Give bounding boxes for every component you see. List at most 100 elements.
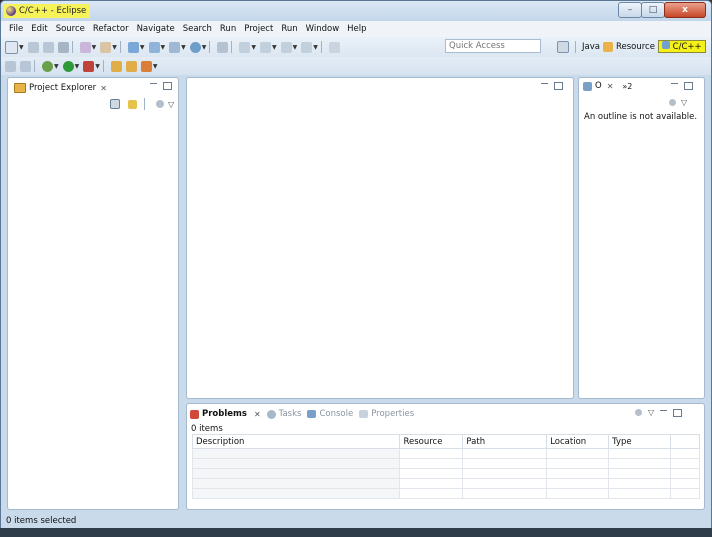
toggle-mark-icon[interactable] — [217, 41, 229, 53]
tab-properties-label: Properties — [371, 409, 415, 419]
tasks-icon — [266, 409, 276, 419]
prev-annotation-dropdown-icon[interactable]: ▼ — [272, 44, 277, 51]
cpp-perspective-icon — [661, 41, 670, 49]
outline-view-menu-icon[interactable]: ▽ — [681, 98, 687, 107]
outline-maximize-icon[interactable] — [684, 81, 693, 90]
new-class-dropdown-icon[interactable]: ▼ — [181, 44, 186, 51]
menu-edit[interactable]: Edit — [27, 24, 51, 34]
new-class-icon[interactable] — [169, 41, 181, 53]
debug-dropdown-icon[interactable]: ▼ — [54, 63, 59, 70]
outline-close-icon[interactable]: ✕ — [607, 82, 614, 91]
debug-icon[interactable] — [42, 60, 53, 72]
menu-source[interactable]: Source — [52, 24, 89, 34]
problems-filter-icon[interactable] — [635, 409, 642, 416]
back-icon[interactable] — [280, 41, 292, 53]
link-with-editor-icon[interactable] — [128, 99, 137, 109]
build-config-icon[interactable] — [100, 41, 112, 53]
tab-problems[interactable]: Problems ✕ — [190, 409, 261, 419]
outline-minimize-icon[interactable] — [671, 83, 678, 84]
outline-tab[interactable]: O ✕ »2 — [583, 81, 632, 91]
new-folder-icon[interactable] — [148, 41, 160, 53]
column-path[interactable]: Path — [462, 434, 548, 449]
maximize-button[interactable]: □ — [641, 2, 665, 18]
problems-maximize-icon[interactable] — [673, 408, 683, 417]
next-annotation-dropdown-icon[interactable]: ▼ — [251, 44, 256, 51]
toolbar-separator — [71, 41, 73, 53]
run-icon[interactable] — [62, 60, 74, 72]
outline-filter-icon[interactable] — [669, 99, 676, 106]
new-cpp-project-icon[interactable] — [127, 41, 139, 53]
save-icon[interactable] — [27, 41, 39, 53]
problems-minimize-icon[interactable] — [660, 410, 668, 411]
prev-annotation-icon[interactable] — [260, 41, 271, 53]
save-all-icon[interactable] — [42, 41, 54, 53]
menu-search[interactable]: Search — [179, 24, 216, 34]
menu-file[interactable]: File — [5, 24, 27, 34]
perspective-resource[interactable]: Resource — [616, 42, 655, 52]
open-element-icon[interactable] — [125, 60, 137, 72]
column-type[interactable]: Type — [608, 434, 672, 449]
close-tab-icon[interactable]: ✕ — [100, 84, 107, 93]
menu-run-2[interactable]: Run — [277, 24, 301, 34]
collapse-all-icon[interactable] — [110, 99, 120, 109]
new-folder-dropdown-icon[interactable]: ▼ — [161, 44, 166, 51]
maximize-view-icon[interactable] — [163, 81, 172, 90]
build-icon[interactable] — [79, 41, 91, 53]
new-project-dropdown-icon[interactable]: ▼ — [140, 44, 145, 51]
column-location[interactable]: Location — [546, 434, 610, 449]
next-annotation-icon[interactable] — [239, 41, 251, 53]
search-dropdown-icon[interactable]: ▼ — [153, 63, 158, 70]
problems-view-menu-icon[interactable]: ▽ — [648, 408, 654, 417]
tab-tasks[interactable]: Tasks — [266, 409, 301, 419]
build-all-icon[interactable] — [5, 60, 16, 72]
menu-run[interactable]: Run — [216, 24, 240, 34]
open-perspective-icon[interactable] — [557, 40, 569, 53]
back-dropdown-icon[interactable]: ▼ — [293, 44, 298, 51]
quick-access-input[interactable] — [445, 39, 541, 53]
outline-icon — [583, 81, 592, 91]
new-source-dropdown-icon[interactable]: ▼ — [202, 44, 207, 51]
perspective-java[interactable]: Java — [582, 42, 600, 52]
toolbar-separator — [320, 41, 322, 53]
open-type-icon[interactable] — [110, 60, 122, 72]
menu-help[interactable]: Help — [343, 24, 370, 34]
new-dropdown-icon[interactable]: ▼ — [19, 44, 24, 51]
menu-refactor[interactable]: Refactor — [89, 24, 133, 34]
forward-icon[interactable] — [301, 41, 313, 53]
print-icon[interactable] — [57, 41, 69, 53]
outline-overflow-tabs[interactable]: »2 — [622, 82, 632, 91]
external-tools-dropdown-icon[interactable]: ▼ — [95, 63, 100, 70]
build-project-icon[interactable] — [20, 60, 31, 72]
problems-close-icon[interactable]: ✕ — [254, 410, 261, 419]
minimize-button[interactable]: – — [618, 2, 642, 18]
new-icon[interactable] — [5, 40, 18, 54]
close-button[interactable]: x — [664, 2, 706, 18]
build-config-dropdown-icon[interactable]: ▼ — [112, 44, 117, 51]
perspective-switcher: Java Resource C/C++ — [557, 39, 706, 54]
editor-area — [186, 77, 574, 399]
tab-properties[interactable]: Properties — [359, 409, 414, 419]
project-explorer-minmax — [146, 81, 172, 90]
column-resource[interactable]: Resource — [399, 434, 464, 449]
menu-navigate[interactable]: Navigate — [133, 24, 179, 34]
menu-window[interactable]: Window — [302, 24, 344, 34]
pin-editor-icon[interactable] — [328, 41, 340, 53]
perspective-cpp-active[interactable]: C/C++ — [657, 40, 706, 53]
table-row — [191, 458, 700, 469]
minimize-view-icon[interactable] — [150, 83, 157, 84]
view-menu-icon[interactable]: ▽ — [168, 100, 174, 109]
column-description[interactable]: Description — [191, 434, 401, 449]
tab-console[interactable]: Console — [307, 409, 353, 419]
eclipse-logo-icon — [6, 6, 16, 16]
forward-dropdown-icon[interactable]: ▼ — [313, 44, 318, 51]
build-dropdown-icon[interactable]: ▼ — [92, 44, 97, 51]
editor-minimize-icon[interactable] — [541, 83, 548, 84]
menu-project[interactable]: Project — [240, 24, 277, 34]
run-dropdown-icon[interactable]: ▼ — [75, 63, 80, 70]
project-explorer-tab[interactable]: Project Explorer ✕ — [11, 81, 110, 95]
external-tools-icon[interactable] — [83, 60, 95, 72]
editor-maximize-icon[interactable] — [554, 81, 563, 90]
filter-icon[interactable] — [156, 100, 164, 108]
search-icon[interactable] — [140, 60, 152, 72]
new-source-icon[interactable] — [189, 41, 201, 53]
